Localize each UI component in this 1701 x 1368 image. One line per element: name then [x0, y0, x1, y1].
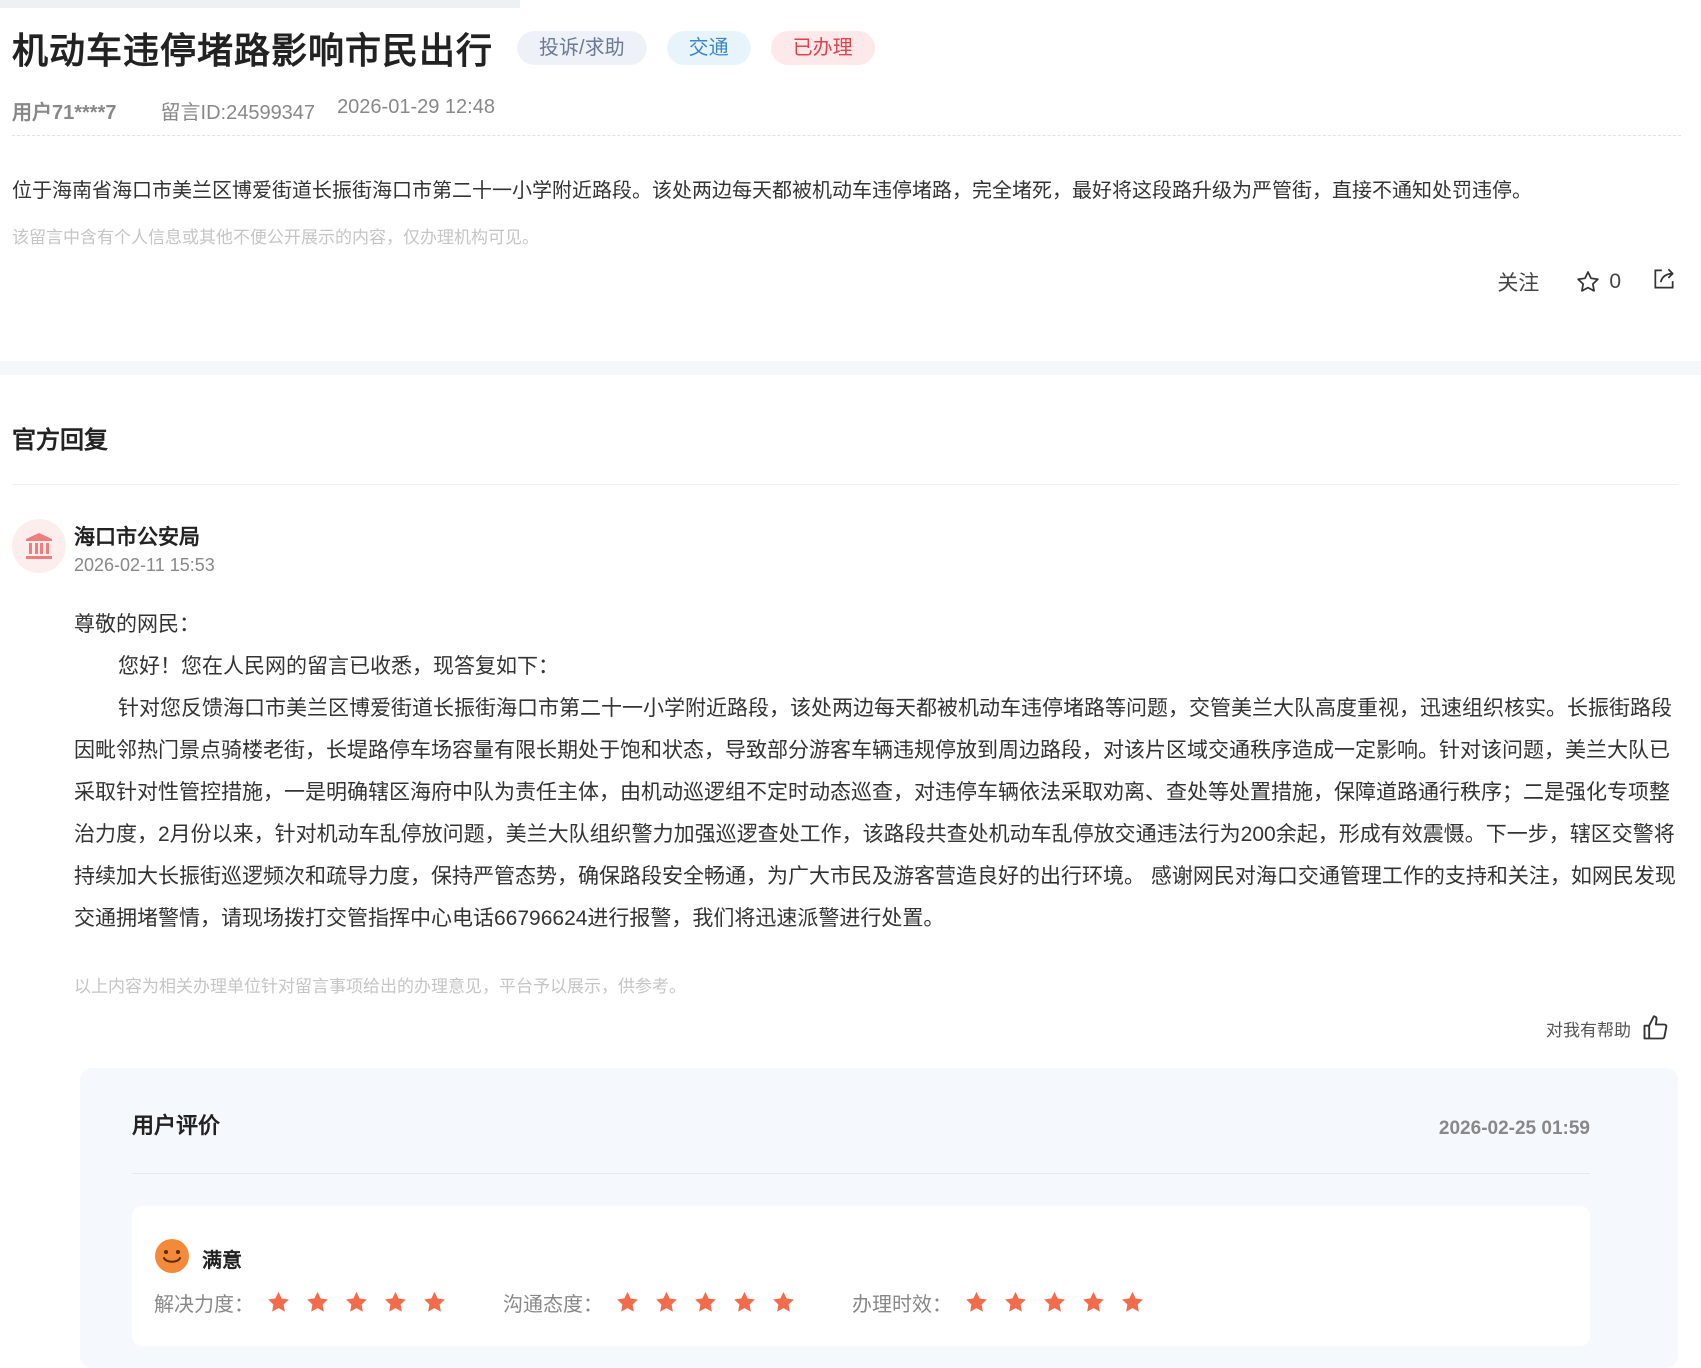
message-id: 留言ID:24599347 [160, 102, 316, 124]
section-divider [0, 361, 1701, 375]
reply-notice: 以上内容为相关办理单位针对留言事项给出的办理意见，平台予以展示，供参考。 [74, 977, 686, 996]
post-datetime: 2026-01-29 12:48 [337, 96, 495, 118]
rating-stars [964, 1290, 1159, 1315]
rating-label: 沟通态度： [503, 1294, 603, 1316]
org-avatar [12, 519, 66, 573]
reply-greeting: 您好！您在人民网的留言已收悉，现答复如下： [118, 655, 559, 678]
reply-date: 2026-02-11 15:53 [74, 555, 215, 575]
post-user: 用户71****7 [12, 102, 117, 124]
tag-field[interactable]: 交通 [666, 31, 751, 65]
star-icon [307, 1291, 328, 1312]
post-actions: 关注 0 [1497, 266, 1677, 298]
star-icon [1044, 1291, 1065, 1312]
reply-body: 尊敬的网民： 您好！您在人民网的留言已收悉，现答复如下： 针对您反馈海口市美兰区… [74, 604, 1678, 940]
helpful-label: 对我有帮助 [1546, 1020, 1631, 1040]
share-button[interactable] [1651, 266, 1677, 298]
rating-communication: 沟通态度： [503, 1288, 810, 1317]
tag-type[interactable]: 投诉/求助 [517, 31, 647, 65]
title-row: 机动车违停堵路影响市民出行 投诉/求助 交通 已办理 [12, 24, 875, 72]
share-icon [1654, 268, 1674, 289]
top-bar [0, 0, 520, 8]
reply-text: 针对您反馈海口市美兰区博爱街道长振街海口市第二十一小学附近路段，该处两边每天都被… [74, 697, 1676, 930]
star-icon [695, 1291, 716, 1312]
satisfaction-label: 满意 [202, 1250, 242, 1272]
star-outline-icon [1577, 271, 1600, 292]
follow-button[interactable]: 关注 [1497, 267, 1539, 297]
star-icon [617, 1291, 638, 1312]
star-icon [346, 1291, 367, 1312]
post-meta: 用户71****7 留言ID:24599347 2026-01-29 12:48 [12, 96, 495, 125]
star-icon [1122, 1291, 1143, 1312]
star-icon [773, 1291, 794, 1312]
star-icon [734, 1291, 755, 1312]
helpful-button[interactable]: 对我有帮助 [1546, 1014, 1669, 1042]
rating-timeliness: 办理时效： [852, 1288, 1159, 1317]
status-badge: 已办理 [770, 31, 875, 65]
favorite-count: 0 [1609, 270, 1621, 293]
evaluation-title: 用户评价 [132, 1113, 221, 1138]
rating-stars [266, 1290, 461, 1315]
star-icon [1083, 1291, 1104, 1312]
reply-section-title: 官方回复 [12, 427, 108, 454]
rating-label: 解决力度： [154, 1294, 254, 1316]
reply-org: 海口市公安局 [74, 526, 200, 549]
evaluation-card: 满意 解决力度： 沟通态度： 办理时效： [132, 1206, 1590, 1346]
government-building-icon [26, 533, 52, 559]
favorite-button[interactable]: 0 [1575, 269, 1621, 295]
smiley-icon [155, 1239, 189, 1273]
meta-divider [12, 135, 1681, 136]
reply-salutation: 尊敬的网民： [74, 613, 200, 636]
rating-label: 办理时效： [852, 1294, 952, 1316]
star-icon [268, 1291, 289, 1312]
star-icon [385, 1291, 406, 1312]
star-icon [424, 1291, 445, 1312]
reply-divider [12, 484, 1678, 485]
rating-stars [615, 1290, 810, 1315]
star-icon [966, 1291, 987, 1312]
page-title: 机动车违停堵路影响市民出行 [12, 30, 494, 71]
evaluation-divider [132, 1173, 1590, 1174]
rating-resolution: 解决力度： [154, 1288, 461, 1317]
star-icon [1005, 1291, 1026, 1312]
thumbs-up-icon [1643, 1015, 1668, 1040]
star-icon [656, 1291, 677, 1312]
post-content: 位于海南省海口市美兰区博爱街道长振街海口市第二十一小学附近路段。该处两边每天都被… [12, 180, 1532, 202]
ratings-row: 解决力度： 沟通态度： 办理时效： [154, 1288, 1201, 1317]
privacy-notice: 该留言中含有个人信息或其他不便公开展示的内容，仅办理机构可见。 [12, 228, 539, 247]
user-evaluation: 用户评价 2026-02-25 01:59 满意 解决力度： 沟通态度： 办理时… [80, 1068, 1678, 1368]
evaluation-date: 2026-02-25 01:59 [1438, 1118, 1590, 1139]
